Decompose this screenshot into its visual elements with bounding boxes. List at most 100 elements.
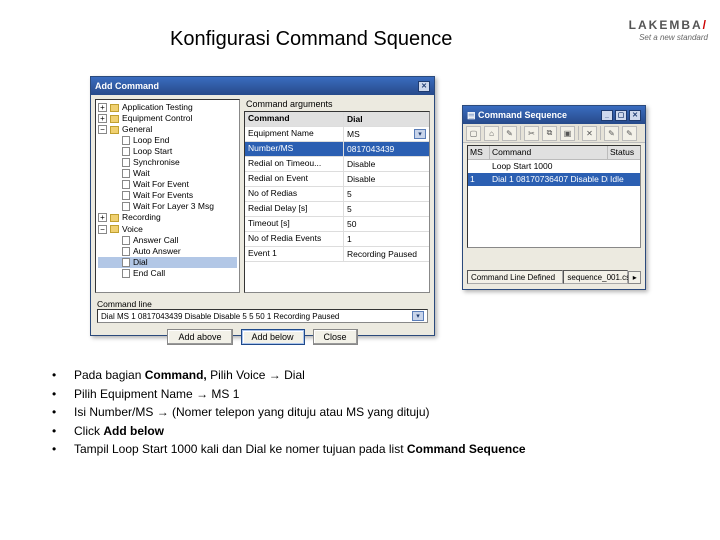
instruction-item: Tampil Loop Start 1000 kali dan Dial ke … — [52, 440, 690, 459]
paste-icon[interactable]: ▣ — [560, 126, 575, 141]
tree-item[interactable]: Wait For Layer 3 Msg — [98, 201, 237, 212]
tree-item[interactable]: Loop Start — [98, 146, 237, 157]
close-icon[interactable]: ✕ — [418, 81, 430, 92]
cell: Idle — [608, 173, 640, 186]
tree-folder[interactable]: + Recording — [98, 212, 237, 223]
argument-value[interactable]: Disable — [344, 172, 429, 186]
column-header[interactable]: Status — [608, 146, 640, 159]
tree-expander-icon[interactable]: − — [98, 125, 107, 134]
tree-folder[interactable]: + Application Testing — [98, 102, 237, 113]
instruction-item: Pilih Equipment Name → MS 1 — [52, 385, 690, 404]
tree-expander-icon[interactable]: − — [98, 225, 107, 234]
open-icon[interactable]: ⌂ — [484, 126, 499, 141]
argument-row[interactable]: Event 1Recording Paused — [245, 247, 429, 262]
column-header[interactable]: Command — [490, 146, 608, 159]
save-icon[interactable]: ✎ — [502, 126, 517, 141]
argument-value[interactable]: MS▾ — [344, 127, 429, 141]
tree-item[interactable]: End Call — [98, 268, 237, 279]
tree-item[interactable]: Dial — [98, 257, 237, 268]
titlebar-text: Add Command — [95, 81, 159, 91]
tree-item[interactable]: Answer Call — [98, 235, 237, 246]
play-icon[interactable]: ▸ — [628, 271, 641, 284]
minimize-icon[interactable]: _ — [601, 110, 613, 121]
argument-key: Event 1 — [245, 247, 344, 261]
tree-item[interactable]: Synchronise — [98, 157, 237, 168]
argument-key: Redial Delay [s] — [245, 202, 344, 216]
tree-folder[interactable]: +Equipment Control — [98, 113, 237, 124]
command-sequence-window: ▤ Command Sequence _ ▢ ✕ ▢ ⌂ ✎ ✂ ⧉ ▣ ✕ ✎… — [462, 105, 646, 290]
sequence-list[interactable]: MSCommandStatusLoop Start 10001Dial 1 08… — [467, 145, 641, 248]
tree-item-label: Recording — [122, 212, 161, 223]
brand-tagline: Set a new standard — [629, 33, 708, 42]
commandline-field[interactable]: Dial MS 1 0817043439 Disable Disable 5 5… — [97, 309, 428, 323]
tree-folder[interactable]: −General — [98, 124, 237, 135]
tree-item[interactable]: Wait — [98, 168, 237, 179]
argument-value[interactable]: 5 — [344, 202, 429, 216]
delete-icon[interactable]: ✕ — [582, 126, 597, 141]
sequence-row[interactable]: 1Dial 1 08170736407 Disable Disable 5 5 … — [468, 173, 640, 186]
new-icon[interactable]: ▢ — [466, 126, 481, 141]
tree-item-label: Answer Call — [133, 235, 178, 246]
argument-row[interactable]: Redial on Timeou...Disable — [245, 157, 429, 172]
arguments-grid[interactable]: CommandDialEquipment NameMS▾Number/MS081… — [244, 111, 430, 293]
close-button[interactable]: Close — [313, 329, 358, 345]
tree-item[interactable]: Auto Answer — [98, 246, 237, 257]
argument-value[interactable]: Recording Paused — [344, 247, 429, 261]
titlebar[interactable]: ▤ Command Sequence _ ▢ ✕ — [463, 106, 645, 124]
folder-icon — [110, 115, 119, 123]
cell: Dial 1 08170736407 Disable Disable 5 5 5 — [490, 173, 608, 186]
argument-value[interactable]: 1 — [344, 232, 429, 246]
argument-value[interactable]: Disable — [344, 157, 429, 171]
argument-row[interactable]: No of Redia Events1 — [245, 232, 429, 247]
argument-key: Command — [245, 112, 344, 126]
tree-item[interactable]: Wait For Events — [98, 190, 237, 201]
argument-row[interactable]: Timeout [s]50 — [245, 217, 429, 232]
add-below-button[interactable]: Add below — [241, 329, 305, 345]
page-icon — [122, 269, 130, 278]
brand-name: LAKEMBA — [629, 18, 703, 32]
argument-value[interactable]: 5 — [344, 187, 429, 201]
argument-value[interactable]: Dial — [344, 112, 429, 126]
argument-row[interactable]: CommandDial — [245, 112, 429, 127]
copy-icon[interactable]: ⧉ — [542, 126, 557, 141]
page-icon — [122, 180, 130, 189]
argument-row[interactable]: No of Redias5 — [245, 187, 429, 202]
command-tree[interactable]: + Application Testing+Equipment Control−G… — [95, 99, 240, 293]
maximize-icon[interactable]: ▢ — [615, 110, 627, 121]
argument-row[interactable]: Redial Delay [s]5 — [245, 202, 429, 217]
tree-expander-icon[interactable]: + — [98, 213, 107, 222]
tree-item-label: Auto Answer — [133, 246, 181, 257]
chevron-down-icon[interactable]: ▾ — [412, 311, 424, 321]
commandline-value: Dial MS 1 0817043439 Disable Disable 5 5… — [101, 312, 339, 321]
add-above-button[interactable]: Add above — [167, 329, 232, 345]
column-header[interactable]: MS — [468, 146, 490, 159]
tree-item[interactable]: Loop End — [98, 135, 237, 146]
page-icon — [122, 136, 130, 145]
command-arguments-pane: Command arguments CommandDialEquipment N… — [244, 99, 430, 293]
tree-expander-icon[interactable]: + — [98, 103, 107, 112]
close-icon[interactable]: ✕ — [629, 110, 641, 121]
argument-row[interactable]: Equipment NameMS▾ — [245, 127, 429, 142]
edit2-icon[interactable]: ✎ — [622, 126, 637, 141]
argument-key: Redial on Event — [245, 172, 344, 186]
argument-value[interactable]: 0817043439 — [344, 142, 429, 156]
tree-item[interactable]: Wait For Event — [98, 179, 237, 190]
sequence-header-row: MSCommandStatus — [468, 146, 640, 160]
edit-icon[interactable]: ✎ — [604, 126, 619, 141]
cut-icon[interactable]: ✂ — [524, 126, 539, 141]
titlebar[interactable]: Add Command ✕ — [91, 77, 434, 95]
cell: Loop Start 1000 — [490, 160, 608, 173]
sequence-row[interactable]: Loop Start 1000 — [468, 160, 640, 173]
tree-item-label: Application Testing — [122, 102, 193, 113]
folder-icon — [110, 104, 119, 112]
argument-key: Number/MS — [245, 142, 344, 156]
tree-expander-icon[interactable]: + — [98, 114, 107, 123]
tree-folder[interactable]: −Voice — [98, 224, 237, 235]
tree-item-label: Wait For Layer 3 Msg — [133, 201, 214, 212]
chevron-down-icon[interactable]: ▾ — [414, 129, 426, 139]
argument-row[interactable]: Number/MS0817043439 — [245, 142, 429, 157]
argument-row[interactable]: Redial on EventDisable — [245, 172, 429, 187]
add-command-dialog: Add Command ✕ +Application Testing+Equip… — [90, 76, 435, 336]
sequence-icon: ▤ — [467, 110, 476, 120]
argument-value[interactable]: 50 — [344, 217, 429, 231]
